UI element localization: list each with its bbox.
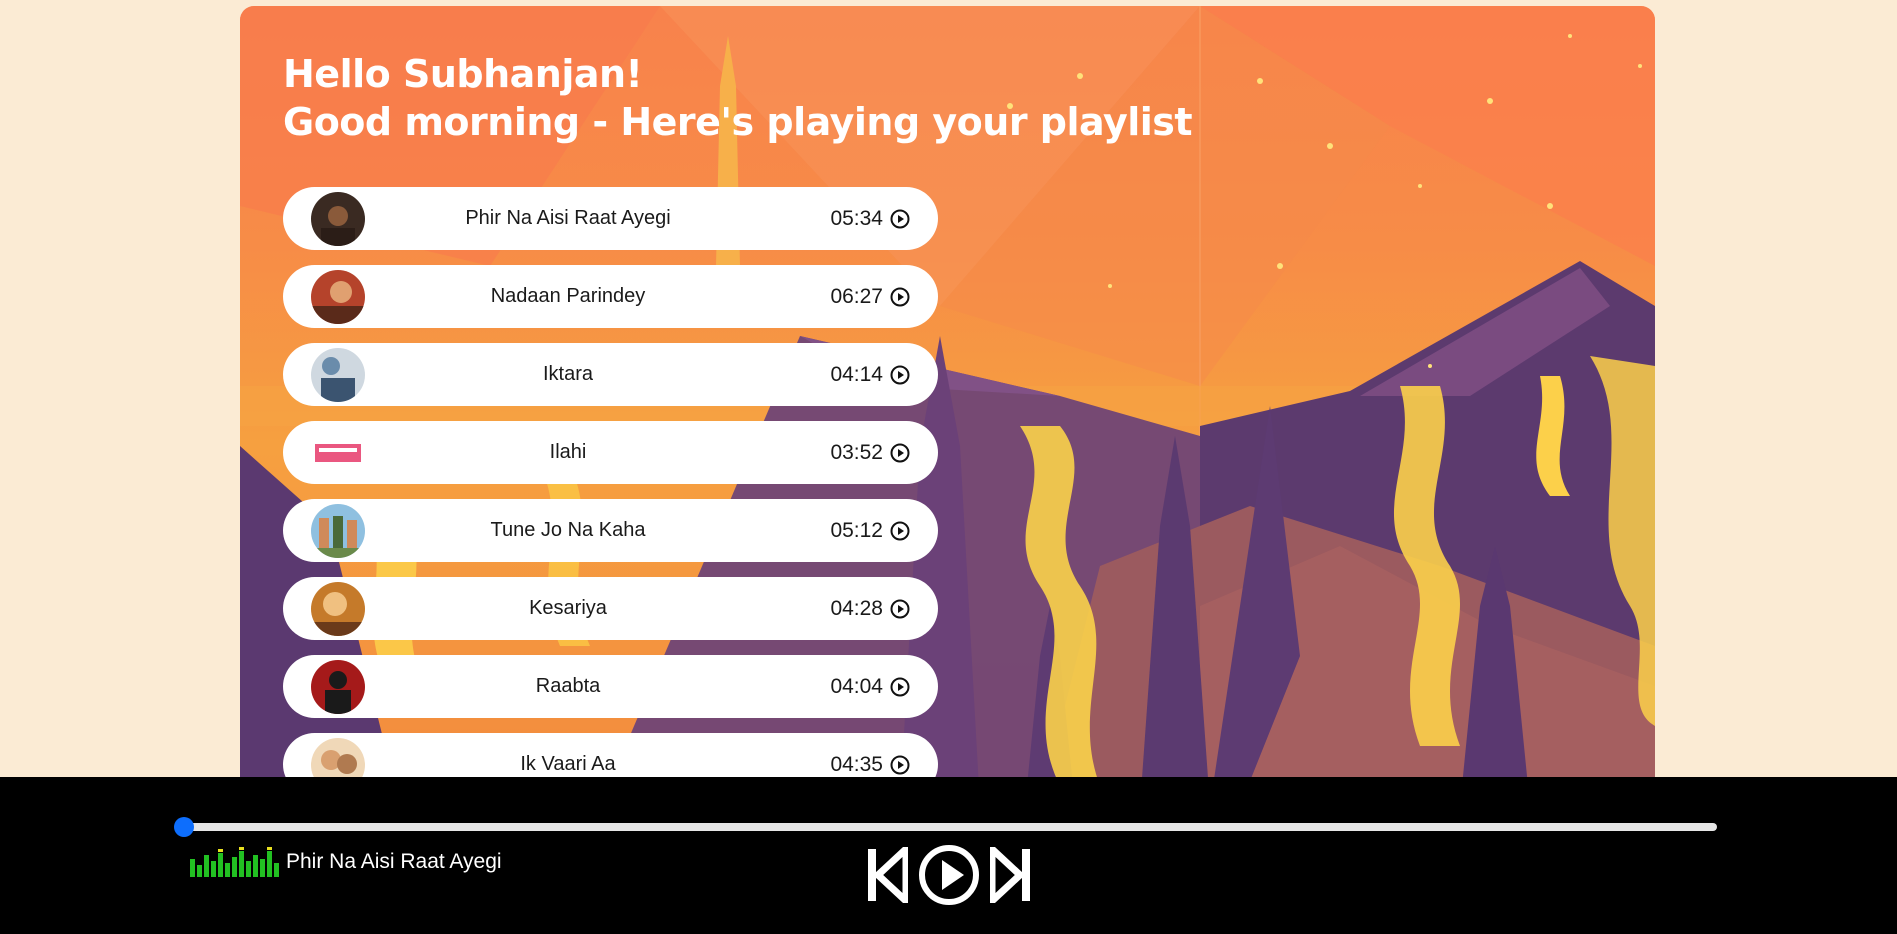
play-circle-icon[interactable] [890, 677, 910, 697]
playlist: Phir Na Aisi Raat Ayegi 05:34 Nadaan Par… [283, 187, 938, 806]
song-item[interactable]: Raabta 04:04 [283, 655, 938, 718]
song-duration: 04:28 [830, 596, 883, 620]
greeting-heading: Hello Subhanjan! Good morning - Here's p… [283, 50, 1193, 146]
now-playing: Phir Na Aisi Raat Ayegi [190, 847, 502, 877]
song-duration: 05:34 [830, 206, 883, 230]
song-duration: 04:14 [830, 362, 883, 386]
album-art [311, 504, 365, 558]
equalizer-icon [190, 847, 279, 877]
now-playing-title: Phir Na Aisi Raat Ayegi [286, 850, 502, 873]
album-art [311, 582, 365, 636]
song-duration: 05:12 [830, 518, 883, 542]
hero-banner: Hello Subhanjan! Good morning - Here's p… [240, 6, 1655, 806]
greeting-line-2: Good morning - Here's playing your playl… [283, 100, 1193, 144]
song-item[interactable]: Phir Na Aisi Raat Ayegi 05:34 [283, 187, 938, 250]
song-item[interactable]: Iktara 04:14 [283, 343, 938, 406]
song-duration: 04:04 [830, 674, 883, 698]
song-title: Iktara [542, 363, 594, 385]
play-circle-icon[interactable] [890, 209, 910, 229]
greeting-line-1: Hello Subhanjan! [283, 52, 643, 96]
song-title: Kesariya [529, 597, 607, 619]
progress-slider[interactable] [174, 817, 1717, 837]
playback-controls [866, 844, 1032, 906]
song-title: Ik Vaari Aa [520, 753, 616, 775]
album-art [311, 426, 365, 480]
play-circle-icon[interactable] [890, 521, 910, 541]
play-circle-icon[interactable] [890, 365, 910, 385]
play-circle-icon[interactable] [918, 844, 980, 906]
progress-knob[interactable] [174, 817, 194, 837]
song-duration: 06:27 [830, 284, 883, 308]
song-title: Tune Jo Na Kaha [490, 519, 646, 541]
player-bar: Phir Na Aisi Raat Ayegi [0, 777, 1897, 934]
song-item[interactable]: Tune Jo Na Kaha 05:12 [283, 499, 938, 562]
song-duration: 04:35 [830, 752, 883, 776]
song-duration: 03:52 [830, 440, 883, 464]
play-circle-icon[interactable] [890, 755, 910, 775]
album-art [311, 192, 365, 246]
song-title: Raabta [535, 675, 601, 697]
album-art [311, 270, 365, 324]
play-circle-icon[interactable] [890, 599, 910, 619]
album-art [311, 348, 365, 402]
album-art [311, 660, 365, 714]
song-item[interactable]: Nadaan Parindey 06:27 [283, 265, 938, 328]
song-title: Ilahi [549, 441, 587, 463]
skip-previous-icon[interactable] [866, 847, 908, 903]
skip-next-icon[interactable] [990, 847, 1032, 903]
song-item[interactable]: Kesariya 04:28 [283, 577, 938, 640]
play-circle-icon[interactable] [890, 443, 910, 463]
song-title: Nadaan Parindey [490, 285, 646, 307]
song-item[interactable]: Ilahi 03:52 [283, 421, 938, 484]
song-title: Phir Na Aisi Raat Ayegi [465, 207, 671, 229]
play-circle-icon[interactable] [890, 287, 910, 307]
